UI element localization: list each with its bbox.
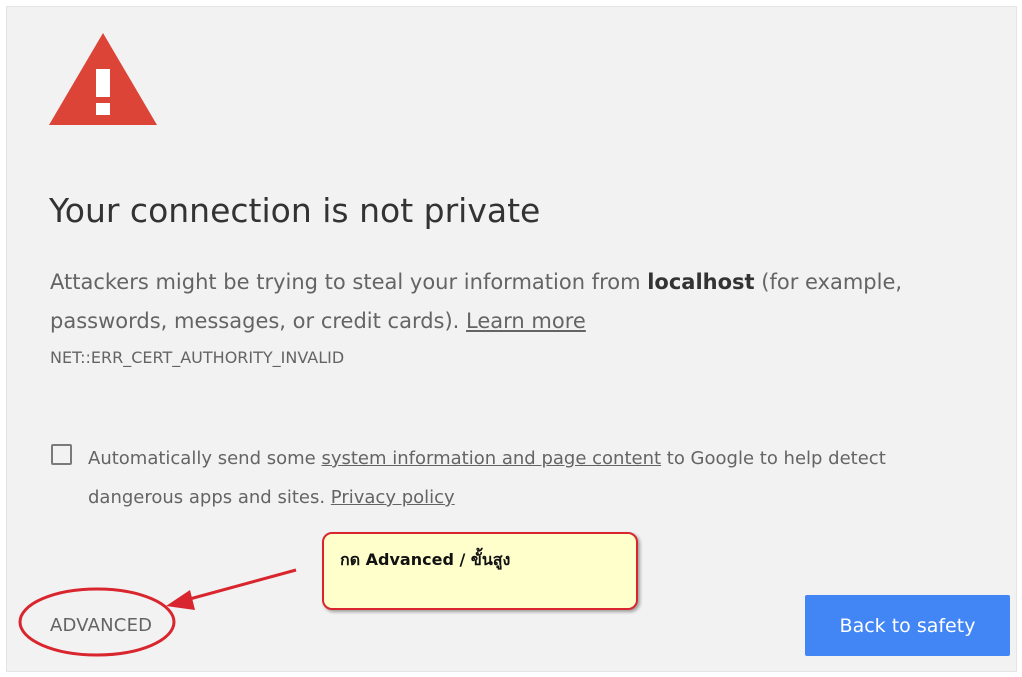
advanced-button[interactable]: ADVANCED: [50, 615, 152, 636]
system-info-link[interactable]: system information and page content: [321, 448, 661, 469]
annotation-note: กด Advanced / ขั้นสูง: [340, 550, 511, 569]
host-name: localhost: [647, 270, 755, 294]
annotation-callout: กด Advanced / ขั้นสูง: [322, 532, 638, 610]
back-to-safety-button[interactable]: Back to safety: [805, 595, 1010, 656]
report-checkbox[interactable]: [51, 444, 72, 465]
report-text: Automatically send some system informati…: [88, 439, 968, 517]
page-title: Your connection is not private: [49, 191, 541, 230]
explanation-part1: Attackers might be trying to steal your …: [50, 270, 648, 294]
report-part1: Automatically send some: [88, 448, 322, 469]
privacy-policy-link[interactable]: Privacy policy: [331, 487, 455, 508]
explanation-text: Attackers might be trying to steal your …: [50, 263, 950, 341]
learn-more-link[interactable]: Learn more: [466, 309, 586, 333]
error-code: NET::ERR_CERT_AUTHORITY_INVALID: [50, 348, 345, 367]
warning-triangle-icon: [49, 33, 157, 125]
